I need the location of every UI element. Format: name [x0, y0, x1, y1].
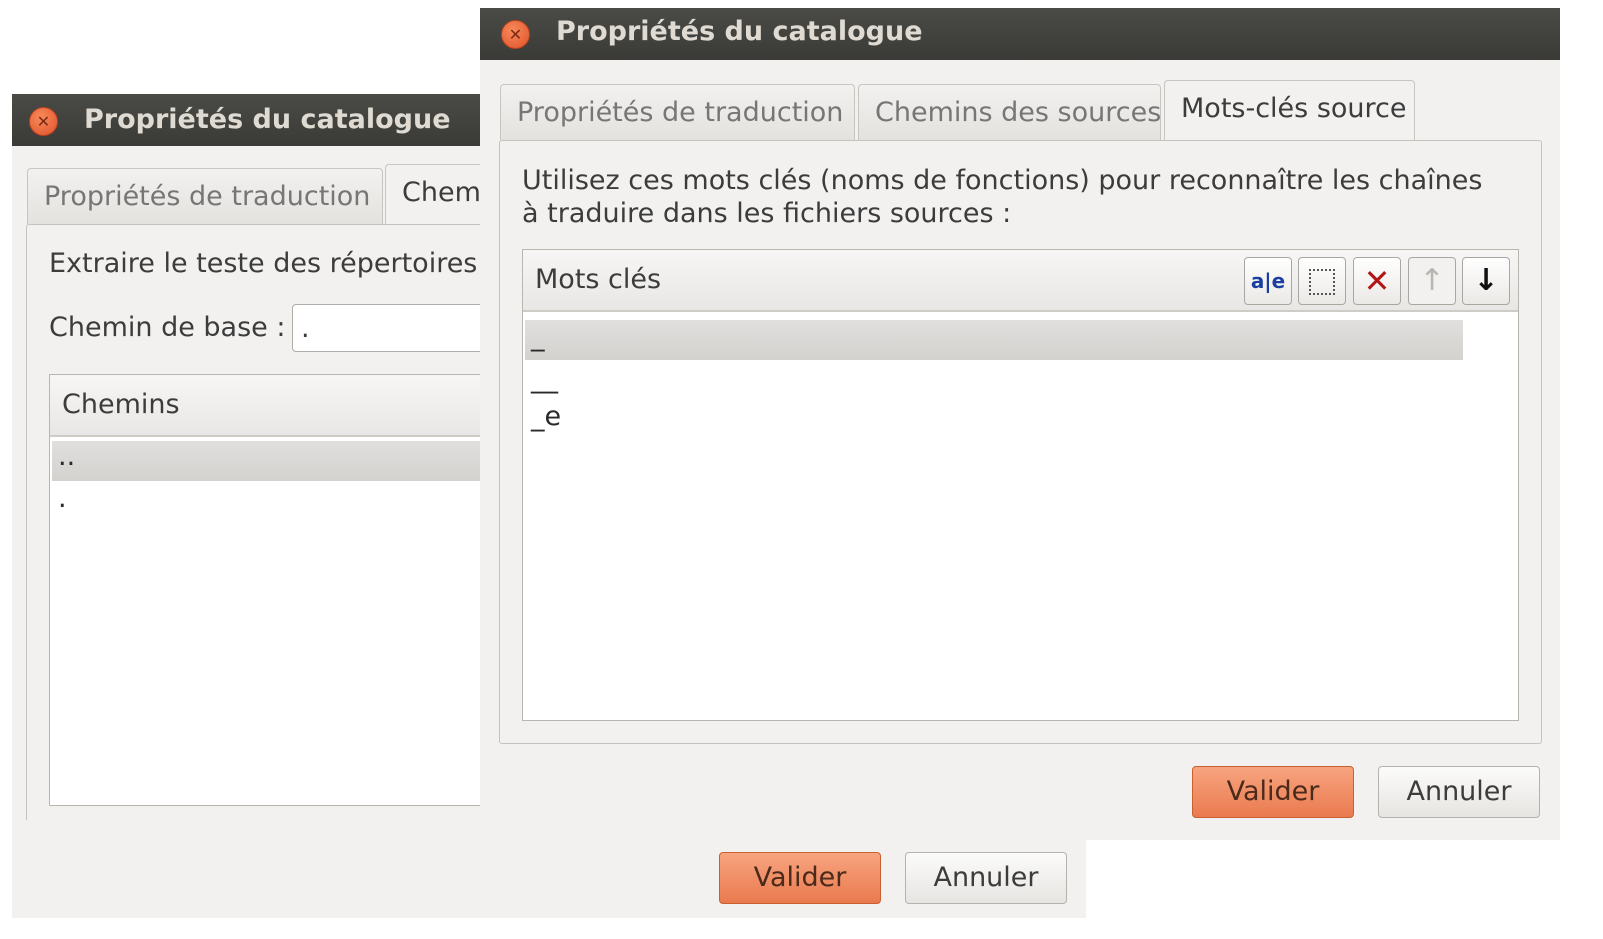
- list-item[interactable]: ..: [52, 441, 490, 481]
- keywords-description-line1: Utilisez ces mots clés (noms de fonction…: [522, 165, 1483, 196]
- keywords-description-line2: à traduire dans les fichiers sources :: [522, 198, 1012, 229]
- front-titlebar[interactable]: ✕ Propriétés du catalogue: [480, 8, 1560, 60]
- back-paths-list[interactable]: Chemins .. .: [49, 374, 490, 806]
- move-up-icon[interactable]: ↑: [1408, 257, 1456, 305]
- close-icon[interactable]: ✕: [29, 107, 58, 136]
- cancel-button[interactable]: Annuler: [1378, 766, 1540, 818]
- ok-button[interactable]: Valider: [1192, 766, 1354, 818]
- back-tab-translation-properties[interactable]: Propriétés de traduction: [27, 168, 383, 224]
- back-window-title: Propriétés du catalogue: [84, 104, 451, 135]
- keywords-header-label: Mots clés: [535, 264, 662, 295]
- back-description: Extraire le teste des répertoires s: [49, 248, 501, 279]
- new-item-icon[interactable]: [1298, 257, 1346, 305]
- back-dialog-footer: Valider Annuler: [12, 840, 1086, 918]
- tab-source-paths[interactable]: Chemins des sources: [858, 84, 1161, 140]
- tab-translation-properties[interactable]: Propriétés de traduction: [500, 84, 855, 140]
- front-window-title: Propriétés du catalogue: [556, 16, 923, 47]
- list-item[interactable]: .: [52, 483, 490, 523]
- back-ok-button[interactable]: Valider: [719, 852, 881, 904]
- front-dialog: ✕ Propriétés du catalogue Propriétés de …: [480, 8, 1560, 840]
- base-path-label: Chemin de base :: [49, 312, 286, 343]
- list-item[interactable]: _: [525, 320, 1463, 360]
- list-item[interactable]: _e: [525, 400, 1463, 440]
- edit-item-icon[interactable]: a|e: [1244, 257, 1292, 305]
- list-item[interactable]: __: [525, 362, 1463, 402]
- delete-icon[interactable]: ✕: [1353, 257, 1401, 305]
- base-path-input[interactable]: .: [292, 304, 492, 352]
- back-cancel-button[interactable]: Annuler: [905, 852, 1067, 904]
- back-titlebar[interactable]: ✕ Propriétés du catalogue: [12, 94, 482, 146]
- move-down-icon[interactable]: ↓: [1462, 257, 1510, 305]
- back-paths-header[interactable]: Chemins: [50, 375, 489, 437]
- tab-source-keywords[interactable]: Mots-clés source: [1164, 80, 1415, 142]
- close-icon[interactable]: ✕: [501, 20, 530, 49]
- back-dialog: ✕ Propriétés du catalogue Propriétés de …: [12, 94, 505, 918]
- keywords-list[interactable]: Mots clés a|e ✕ ↑ ↓ _ __ _e: [522, 249, 1519, 721]
- back-dialog-left-edge: [12, 820, 482, 842]
